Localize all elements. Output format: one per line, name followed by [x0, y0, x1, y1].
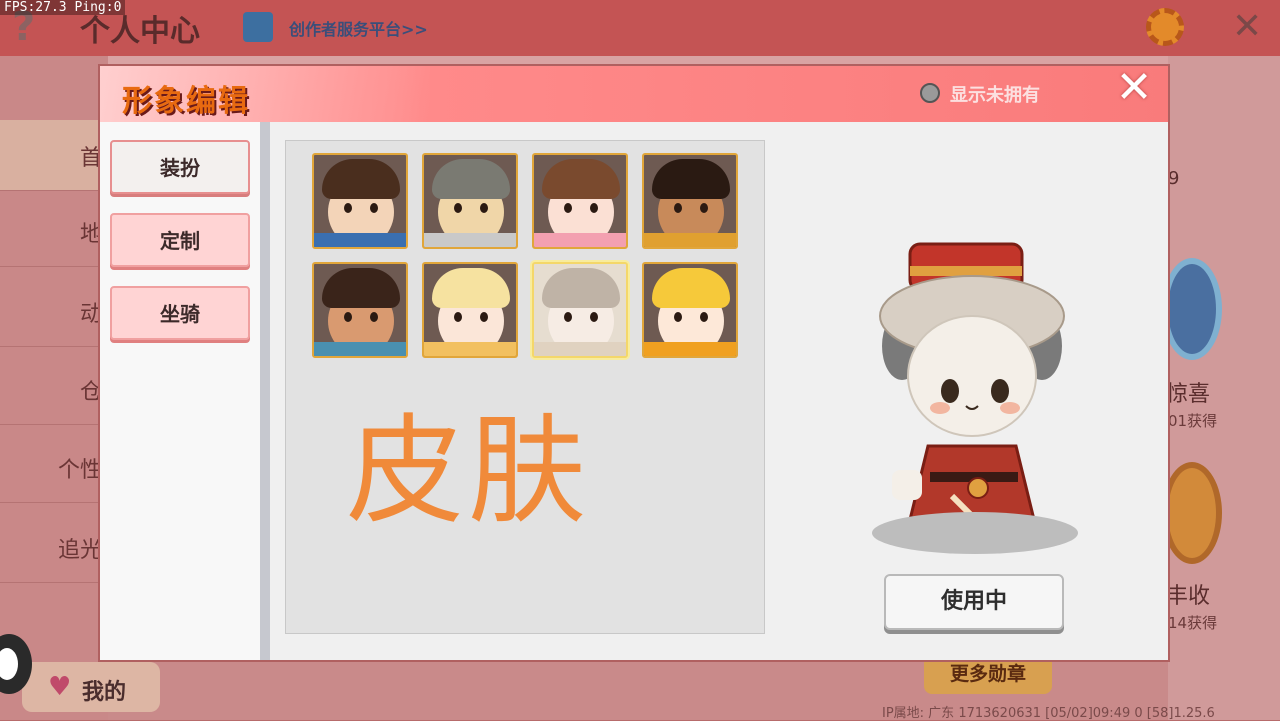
skin-item[interactable] [422, 153, 518, 249]
skin-accent [644, 233, 736, 247]
sheep-character-figure [879, 242, 1065, 552]
sidebar-item-chase-light[interactable]: 追光 [0, 512, 108, 583]
heart-icon: ♥ [48, 672, 72, 702]
skin-hair [322, 159, 400, 199]
show-unowned-label[interactable]: 显示未拥有 [950, 81, 1040, 107]
skin-hair [432, 268, 510, 308]
skin-eye [674, 312, 682, 322]
category-tabs: 装扮 定制 坐骑 [100, 122, 260, 660]
skin-hair [652, 159, 730, 199]
medal-surprise-icon[interactable] [1162, 258, 1222, 360]
count-fragment: 9 [1168, 168, 1180, 189]
skin-accent [424, 233, 516, 247]
more-medals-button[interactable]: 更多勋章 [924, 654, 1052, 694]
tab-customize[interactable]: 定制 [110, 213, 250, 267]
medal1-title: 惊喜 [1166, 382, 1211, 407]
medal-harvest-icon[interactable] [1162, 462, 1222, 564]
in-use-button[interactable]: 使用中 [884, 574, 1064, 630]
skin-accent [314, 233, 406, 247]
skin-hair [322, 268, 400, 308]
sidebar-item-label: 首 [79, 146, 102, 171]
sidebar-item-storage[interactable]: 仓 [0, 354, 108, 425]
skin-item[interactable] [422, 262, 518, 358]
sidebar-item-label: 个性 [57, 458, 102, 483]
medal2-subtitle: 14获得 [1168, 614, 1218, 632]
skin-accent [534, 233, 626, 247]
skin-eye [674, 203, 682, 213]
skin-hair [542, 159, 620, 199]
sidebar-item-home[interactable]: 首 [0, 120, 108, 191]
skin-grid: 皮肤 [285, 140, 765, 634]
skin-eye [344, 312, 352, 322]
skin-accent [314, 342, 406, 356]
section-label-skin: 皮肤 [346, 402, 591, 540]
skin-eye [564, 203, 572, 213]
skin-item[interactable] [532, 153, 628, 249]
skin-eye [564, 312, 572, 322]
sidebar-item-personal[interactable]: 个性 [0, 432, 108, 503]
character-shadow [872, 512, 1078, 554]
sidebar-item-label: 追光 [57, 538, 102, 563]
skin-eye [480, 203, 488, 213]
dialog-header: 形象编辑 显示未拥有 ✕ [100, 66, 1168, 122]
mine-button[interactable]: ♥ 我的 [22, 662, 160, 712]
sidebar-item-map[interactable]: 地 [0, 196, 108, 267]
skin-item[interactable] [312, 153, 408, 249]
skin-eye [454, 203, 462, 213]
medal2-title: 丰收 [1166, 584, 1211, 609]
skin-accent [644, 342, 736, 356]
sidebar-item-label: 地 [79, 222, 102, 247]
medal1-subtitle: 01获得 [1168, 412, 1218, 430]
fps-counter: FPS:27.3 Ping:0 [0, 0, 126, 15]
sidebar-item-feed[interactable]: 动 [0, 276, 108, 347]
more-medals-label: 更多勋章 [949, 663, 1026, 685]
skin-eye [370, 312, 378, 322]
skin-eye [700, 203, 708, 213]
skin-item[interactable] [642, 262, 738, 358]
sidebar-item-label: 动 [79, 302, 102, 327]
skin-accent [534, 342, 626, 356]
skin-hair [542, 268, 620, 308]
mine-label: 我的 [82, 680, 127, 705]
panel-divider [260, 122, 270, 660]
skin-accent [424, 342, 516, 356]
skin-eye [590, 312, 598, 322]
footer-info: IP属地: 广东 1713620631 [05/02]09:49 0 [58]1… [882, 706, 1215, 721]
show-unowned-radio[interactable] [920, 83, 940, 103]
skin-eye [480, 312, 488, 322]
avatar-edit-dialog: 形象编辑 显示未拥有 ✕ 装扮 定制 坐骑 皮肤 使用中 [100, 66, 1168, 660]
tab-outfit[interactable]: 装扮 [110, 140, 250, 194]
sidebar: 首 地 动 仓 个性 追光 [0, 56, 108, 720]
dialog-title: 形象编辑 [122, 84, 250, 119]
tab-mount[interactable]: 坐骑 [110, 286, 250, 340]
skin-item[interactable] [532, 262, 628, 358]
skin-eye [700, 312, 708, 322]
skin-hair [432, 159, 510, 199]
skin-item[interactable] [642, 153, 738, 249]
creator-platform-link[interactable]: 创作者服务平台>> [289, 16, 428, 40]
skin-hair [652, 268, 730, 308]
character-preview[interactable] [862, 216, 1082, 616]
skin-eye [454, 312, 462, 322]
skin-eye [590, 203, 598, 213]
creator-cube-icon [243, 12, 273, 42]
gear-icon[interactable] [1146, 8, 1184, 46]
skin-eye [370, 203, 378, 213]
skin-eye [344, 203, 352, 213]
sidebar-item-label: 仓 [79, 380, 102, 405]
skin-item[interactable] [312, 262, 408, 358]
page-close-icon[interactable]: ✕ [1232, 6, 1262, 47]
close-icon[interactable]: ✕ [1112, 66, 1156, 110]
